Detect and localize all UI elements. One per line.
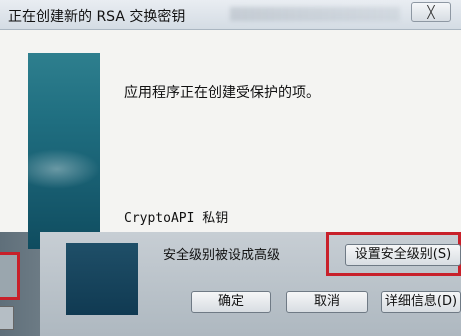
- rsa-key-dialog: 正在创建新的 RSA 交换密钥 ╳ 应用程序正在创建受保护的项。 CryptoA…: [0, 0, 461, 336]
- close-icon: ╳: [427, 5, 435, 19]
- cancel-button[interactable]: 取消: [286, 291, 368, 313]
- title-bar: 正在创建新的 RSA 交换密钥 ╳: [0, 0, 461, 30]
- close-button[interactable]: ╳: [411, 2, 451, 22]
- crypto-key-label: CryptoAPI 私钥: [124, 211, 229, 226]
- set-security-level-button[interactable]: 设置安全级别(S): [345, 244, 461, 266]
- dialog-body: 应用程序正在创建受保护的项。 CryptoAPI 私钥: [0, 30, 461, 249]
- graphic-glow: [28, 149, 100, 189]
- partial-left-button: [0, 306, 14, 330]
- security-panel-graphic: [66, 243, 138, 315]
- details-button[interactable]: 详细信息(D): [381, 291, 461, 313]
- partial-left-highlight: [0, 252, 20, 300]
- ok-button[interactable]: 确定: [191, 291, 271, 313]
- security-level-text: 安全级别被设成高级: [163, 248, 281, 263]
- blurred-background-text: [230, 7, 400, 21]
- window-title: 正在创建新的 RSA 交换密钥: [8, 9, 186, 25]
- dialog-message: 应用程序正在创建受保护的项。: [124, 85, 320, 101]
- dialog-side-graphic: [28, 53, 100, 249]
